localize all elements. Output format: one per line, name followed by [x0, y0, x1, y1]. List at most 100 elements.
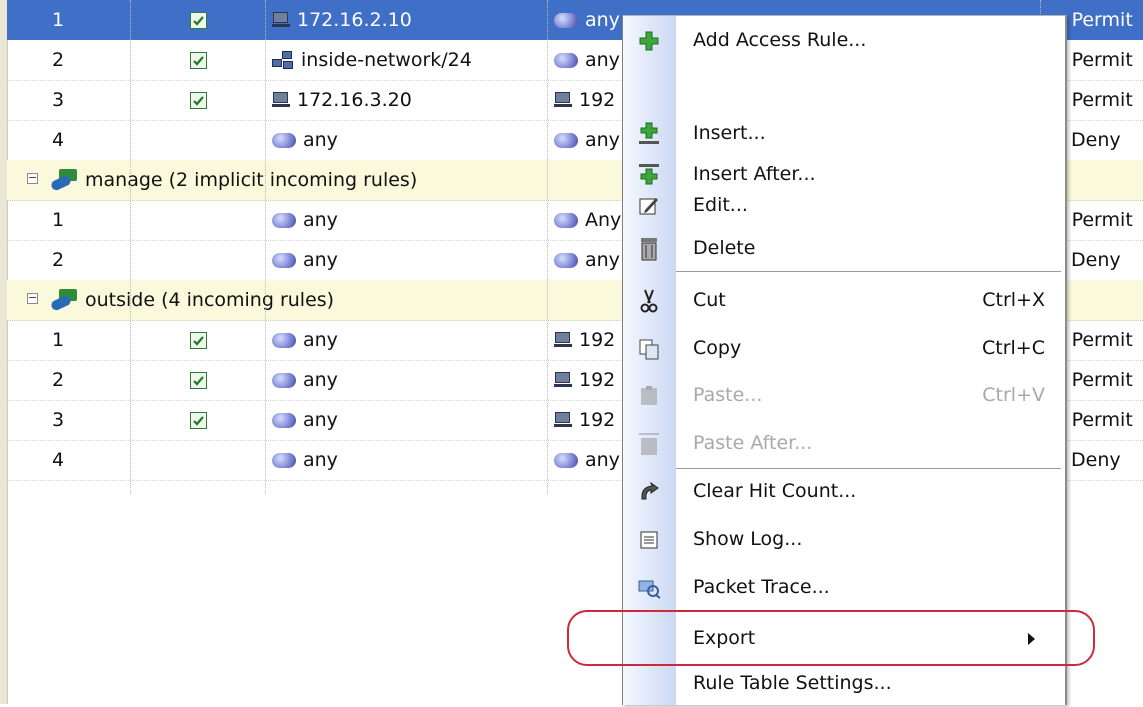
action-cell: ✓Permit: [1055, 360, 1143, 400]
rule-number: 1: [52, 209, 65, 231]
action-text: Permit: [1071, 329, 1133, 351]
enabled-checkbox[interactable]: [190, 371, 207, 389]
destination-text: Any: [585, 209, 622, 231]
menu-item-shortcut: Ctrl+V: [982, 384, 1045, 406]
enabled-checkbox[interactable]: [190, 51, 207, 69]
rule-number: 3: [52, 89, 65, 111]
menu-item-delete[interactable]: Delete: [623, 224, 1065, 272]
menu-separator: [676, 468, 1061, 469]
rule-number: 4: [52, 449, 65, 471]
menu-item-shortcut: Ctrl+C: [982, 337, 1045, 359]
cloud-icon: [554, 252, 578, 268]
enabled-checkbox[interactable]: [190, 331, 207, 349]
checkmark-icon: [193, 95, 204, 106]
menu-item-add[interactable]: Add Access Rule...: [623, 16, 1065, 64]
rule-number: 2: [52, 369, 65, 391]
menu-item-label: Insert...: [693, 122, 766, 144]
group-label-text: manage (2 implicit incoming rules): [85, 169, 418, 191]
checkmark-icon: [193, 375, 204, 386]
enabled-checkbox-cell: [190, 360, 220, 400]
enabled-checkbox-cell: [190, 0, 220, 40]
destination-text: any: [585, 449, 620, 471]
source-text: inside-network/24: [301, 49, 472, 71]
action-cell: ✓Permit: [1055, 40, 1143, 80]
column-divider: [547, 0, 548, 494]
rule-number: 1: [52, 329, 65, 351]
menu-item-copy[interactable]: Copy Ctrl+C: [623, 324, 1065, 372]
rule-number: 4: [52, 129, 65, 151]
host-icon: [554, 92, 572, 108]
menu-item-cut[interactable]: Cut Ctrl+X: [623, 276, 1065, 324]
cloud-icon: [272, 132, 296, 148]
source-text: any: [303, 409, 338, 431]
menu-item-label: Paste After...: [693, 432, 813, 454]
action-cell: Deny: [1055, 440, 1143, 480]
action-text: Permit: [1071, 89, 1133, 111]
menu-item-shortcut: Ctrl+X: [982, 289, 1045, 311]
enabled-checkbox-cell: [190, 80, 220, 120]
menu-item-label: Paste...: [693, 384, 763, 406]
checkmark-icon: [193, 415, 204, 426]
menu-item-show-log[interactable]: Show Log...: [623, 515, 1065, 563]
action-cell: ✓Permit: [1055, 320, 1143, 360]
edit-icon: [636, 193, 662, 219]
clear-hit-count-icon: [636, 479, 662, 505]
menu-item-paste-after[interactable]: Paste After...: [623, 419, 1065, 467]
enabled-checkbox-cell: [190, 320, 220, 360]
source-text: 172.16.2.10: [297, 9, 412, 31]
cloud-icon: [272, 252, 296, 268]
menu-item-label: Show Log...: [693, 528, 803, 550]
menu-item-paste[interactable]: Paste... Ctrl+V: [623, 371, 1065, 419]
action-cell: ✓Permit: [1055, 200, 1143, 240]
action-text: Permit: [1071, 49, 1133, 71]
checkmark-icon: [193, 15, 204, 26]
source-text: 172.16.3.20: [297, 89, 412, 111]
copy-icon: [636, 336, 662, 362]
source-text: any: [303, 249, 338, 271]
source-text: any: [303, 369, 338, 391]
menu-item-clear-hit[interactable]: Clear Hit Count...: [623, 467, 1065, 515]
cloud-icon: [554, 212, 578, 228]
source-cell: any: [272, 200, 542, 240]
collapse-toggle-icon[interactable]: −: [27, 292, 38, 304]
cloud-icon: [554, 52, 578, 68]
destination-text: 192: [579, 329, 616, 351]
menu-item-settings[interactable]: Rule Table Settings...: [623, 659, 1065, 707]
source-cell: inside-network/24: [272, 40, 542, 80]
source-cell: 172.16.3.20: [272, 80, 542, 120]
collapse-toggle-icon[interactable]: −: [27, 172, 38, 184]
menu-item-label: Clear Hit Count...: [693, 480, 857, 502]
source-text: any: [303, 449, 338, 471]
rule-number: 2: [52, 249, 65, 271]
menu-item-label: Cut: [693, 289, 726, 311]
menu-item-packet-trace[interactable]: Packet Trace...: [623, 563, 1065, 611]
source-text: any: [303, 329, 338, 351]
menu-item-edit[interactable]: Edit...: [623, 181, 1065, 229]
enabled-checkbox[interactable]: [190, 411, 207, 429]
action-cell: Deny: [1055, 120, 1143, 160]
host-icon: [554, 332, 572, 348]
source-cell: any: [272, 400, 542, 440]
cloud-icon: [554, 132, 578, 148]
enabled-checkbox[interactable]: [190, 91, 207, 109]
rule-number: 1: [52, 9, 65, 31]
action-cell: ✓Permit: [1055, 400, 1143, 440]
host-icon: [554, 372, 572, 388]
menu-item-label: Copy: [693, 337, 742, 359]
menu-item-label: Edit...: [693, 194, 748, 216]
menu-item-label: Add Access Rule...: [693, 29, 867, 51]
enabled-checkbox[interactable]: [190, 11, 207, 29]
cloud-icon: [272, 452, 296, 468]
action-cell: Deny: [1055, 240, 1143, 280]
enabled-checkbox-cell: [190, 40, 220, 80]
source-cell: any: [272, 120, 542, 160]
context-menu: Add Access Rule... Insert... Insert After.…: [622, 15, 1067, 705]
action-cell: ✓Permit: [1055, 80, 1143, 120]
checkmark-icon: [193, 335, 204, 346]
group-label: outside (4 incoming rules): [49, 280, 334, 320]
log-icon: [636, 527, 662, 553]
menu-item-label: Delete: [693, 237, 756, 259]
host-icon: [272, 92, 290, 108]
source-cell: 172.16.2.10: [272, 0, 542, 40]
action-text: Permit: [1071, 409, 1133, 431]
